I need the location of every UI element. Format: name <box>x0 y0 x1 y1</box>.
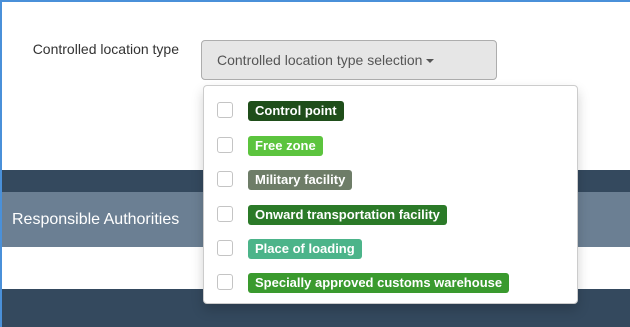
menu-item-onward-transportation-facility[interactable]: Onward transportation facility <box>204 201 577 229</box>
location-type-menu: Control point Free zone Military facilit… <box>203 85 578 304</box>
caret-down-icon <box>426 59 435 64</box>
menu-item-place-of-loading[interactable]: Place of loading <box>204 235 577 263</box>
checkbox[interactable] <box>217 240 233 256</box>
option-badge: Free zone <box>248 136 323 156</box>
option-badge: Place of loading <box>248 239 362 259</box>
menu-item-control-point[interactable]: Control point <box>204 97 577 125</box>
checkbox[interactable] <box>217 274 233 290</box>
controlled-location-type-dropdown[interactable]: Controlled location type selection <box>201 40 497 80</box>
menu-item-military-facility[interactable]: Military facility <box>204 166 577 194</box>
option-badge: Military facility <box>248 170 353 190</box>
option-badge: Control point <box>248 101 344 121</box>
responsible-authorities-label: Responsible Authorities <box>12 211 180 228</box>
menu-item-specially-approved-customs-warehouse[interactable]: Specially approved customs warehouse <box>204 269 577 297</box>
menu-item-free-zone[interactable]: Free zone <box>204 132 577 160</box>
option-badge: Onward transportation facility <box>248 205 447 225</box>
checkbox[interactable] <box>217 102 233 118</box>
checkbox[interactable] <box>217 137 233 153</box>
option-badge: Specially approved customs warehouse <box>248 273 510 293</box>
dropdown-label: Controlled location type selection <box>217 52 423 68</box>
controlled-location-type-label: Controlled location type <box>32 41 179 57</box>
checkbox[interactable] <box>217 206 233 222</box>
checkbox[interactable] <box>217 171 233 187</box>
